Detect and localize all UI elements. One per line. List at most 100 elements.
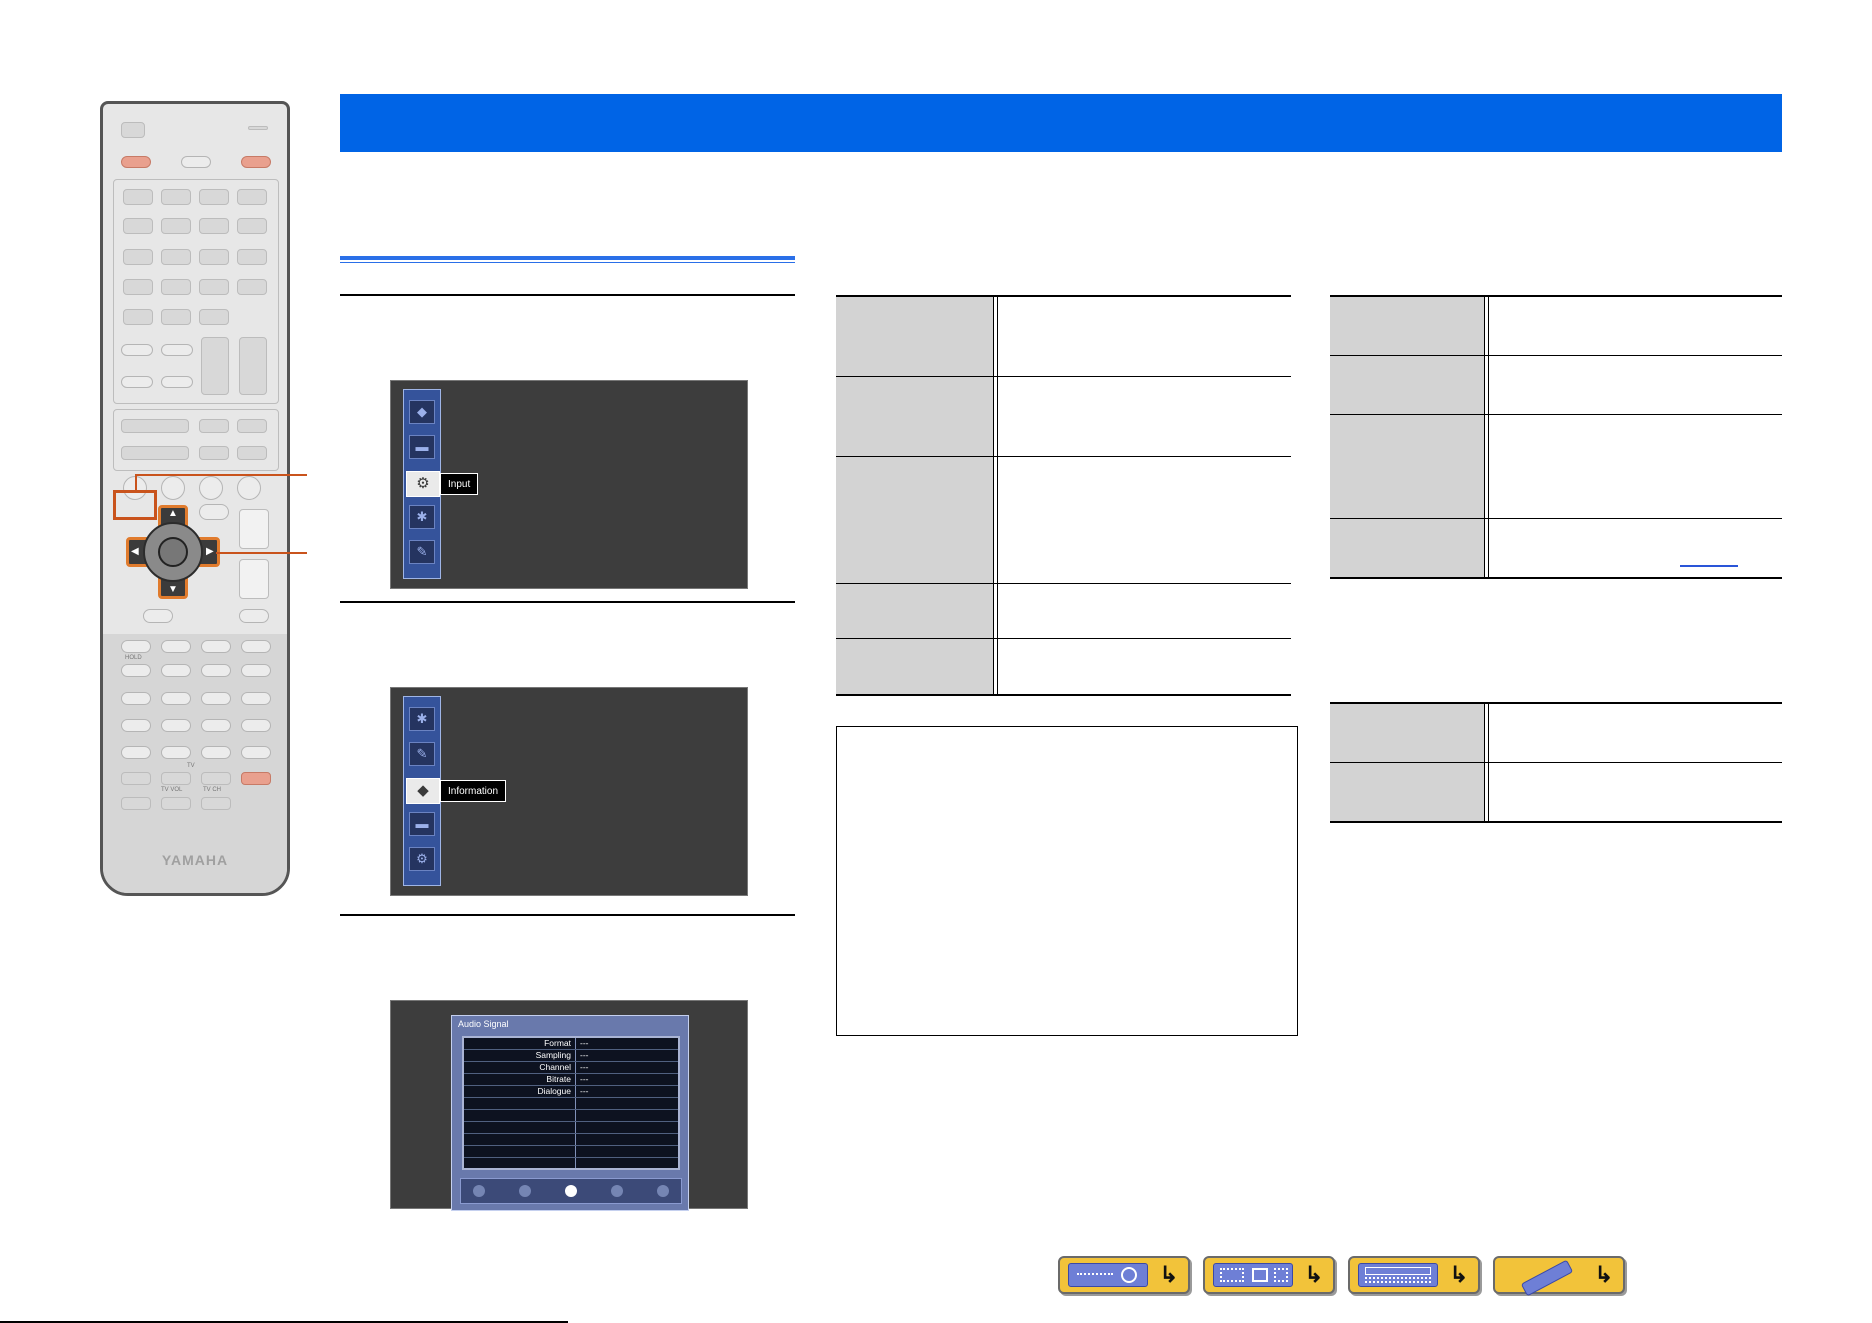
remote-button: [161, 189, 191, 205]
remote-button: [199, 446, 229, 460]
page-dot-icon: [611, 1185, 623, 1197]
table-row: [1330, 704, 1782, 763]
remote-transport-button: [241, 664, 271, 677]
jump-arrow-icon: ↳: [1304, 1262, 1323, 1287]
remote-button: [121, 344, 153, 356]
remote-button: [121, 419, 189, 433]
remote-button: [201, 692, 231, 705]
remote-button: [123, 218, 153, 234]
remote-button: [123, 249, 153, 265]
remote-transport-button: [121, 664, 151, 677]
remote-button: [201, 746, 231, 759]
option-callout-leader-vertical: [135, 474, 137, 490]
input-icon: ⚙: [409, 847, 435, 871]
remote-button: [239, 609, 269, 623]
osd-screen-input: ◆ ▬ ✱ ✎ ⚙ Input: [390, 380, 748, 589]
remote-button: [161, 249, 191, 265]
audio-signal-page-bar: [460, 1178, 682, 1204]
remote-rocker: [239, 337, 267, 395]
table-row: [1330, 415, 1782, 519]
remote-nav-button[interactable]: ↳: [1493, 1256, 1625, 1297]
tag-icon: ◆: [409, 400, 435, 424]
remote-button: [201, 797, 231, 810]
audio-row-key: Channel: [539, 1062, 571, 1072]
remote-button: [121, 692, 151, 705]
remote-button: [123, 189, 153, 205]
enter-button: [158, 537, 188, 567]
table-row: [836, 297, 1291, 377]
remote-transport-button: [161, 664, 191, 677]
remote-button: [248, 126, 268, 130]
up-arrow-icon: ▲: [168, 508, 178, 519]
info-table-right-top: [1330, 295, 1782, 579]
page-reference-link[interactable]: [1680, 565, 1738, 567]
remote-tv-vol-label: TV VOL: [161, 787, 183, 793]
tool-icon: ✎: [409, 742, 435, 766]
remote-button: [121, 376, 153, 388]
tool-icon: ✎: [409, 540, 435, 564]
remote-button: [121, 719, 151, 732]
remote-button: [237, 189, 267, 205]
remote-standby-button: [241, 156, 271, 168]
remote-button: [143, 609, 173, 623]
remote-button: [161, 344, 193, 356]
audio-row-value: ---: [580, 1050, 589, 1060]
audio-row-key: Dialogue: [537, 1086, 571, 1096]
jump-arrow-icon: ↳: [1594, 1262, 1613, 1287]
remote-button: [201, 772, 231, 785]
remote-button: [237, 446, 267, 460]
note-box: [836, 726, 1298, 1036]
remote-button: [161, 797, 191, 810]
audio-signal-title: Audio Signal: [458, 1019, 509, 1029]
remote-button: [241, 746, 271, 759]
osd-screen-information: ✱ ✎ ▬ ⚙ ◆ Information: [390, 687, 748, 896]
remote-button: [199, 249, 229, 265]
remote-transport-button: [201, 640, 231, 653]
remote-button: [199, 309, 229, 325]
remote-tv-ch-label: TV CH: [203, 787, 221, 793]
jump-arrow-icon: ↳: [1159, 1262, 1178, 1287]
remote-power-button: [121, 156, 151, 168]
osd-selected-label: Input: [440, 473, 479, 495]
audio-signal-panel: Audio Signal Format --- Sampling --- Cha…: [451, 1015, 689, 1211]
remote-button: [241, 692, 271, 705]
page-header-bar: [340, 94, 1782, 152]
osd-screen-audio-signal: Audio Signal Format --- Sampling --- Cha…: [390, 1000, 748, 1211]
remote-icon: [1503, 1259, 1583, 1297]
right-arrow-icon: ▶: [206, 546, 214, 557]
remote-button: [199, 419, 229, 433]
remote-round-button: [199, 476, 223, 500]
jump-arrow-icon: ↳: [1449, 1262, 1468, 1287]
remote-button: [121, 797, 151, 810]
remote-tv-label: TV: [187, 763, 195, 769]
table-row: [836, 639, 1291, 694]
remote-button: [161, 719, 191, 732]
remote-button: [161, 746, 191, 759]
table-row: [836, 377, 1291, 457]
page-dot-icon: [473, 1185, 485, 1197]
front-panel-nav-button[interactable]: ↳: [1058, 1256, 1190, 1294]
remote-button: [121, 746, 151, 759]
remote-button: [161, 772, 191, 785]
remote-button: [237, 419, 267, 433]
remote-button: [201, 719, 231, 732]
table-row: [836, 584, 1291, 639]
remote-volume-up: [239, 509, 269, 549]
remote-volume-down: [239, 559, 269, 599]
remote-tv-power-button: [241, 772, 271, 785]
display-nav-button[interactable]: ↳: [1348, 1256, 1480, 1294]
remote-rocker: [201, 337, 229, 395]
speaker-icon: ✱: [409, 505, 435, 529]
folder-icon: ▬: [409, 812, 435, 836]
audio-signal-grid: Format --- Sampling --- Channel --- Bitr…: [462, 1036, 680, 1170]
step-1-rule: [340, 294, 795, 296]
display-icon: [1358, 1263, 1438, 1287]
remote-button: [199, 218, 229, 234]
rear-panel-icon: [1213, 1263, 1293, 1287]
audio-row-value: ---: [580, 1062, 589, 1072]
cursor-callout-leader: [216, 552, 307, 554]
remote-transport-button: [121, 640, 151, 653]
info-table-middle: [836, 295, 1291, 696]
rear-panel-nav-button[interactable]: ↳: [1203, 1256, 1335, 1294]
page-dot-icon: [657, 1185, 669, 1197]
